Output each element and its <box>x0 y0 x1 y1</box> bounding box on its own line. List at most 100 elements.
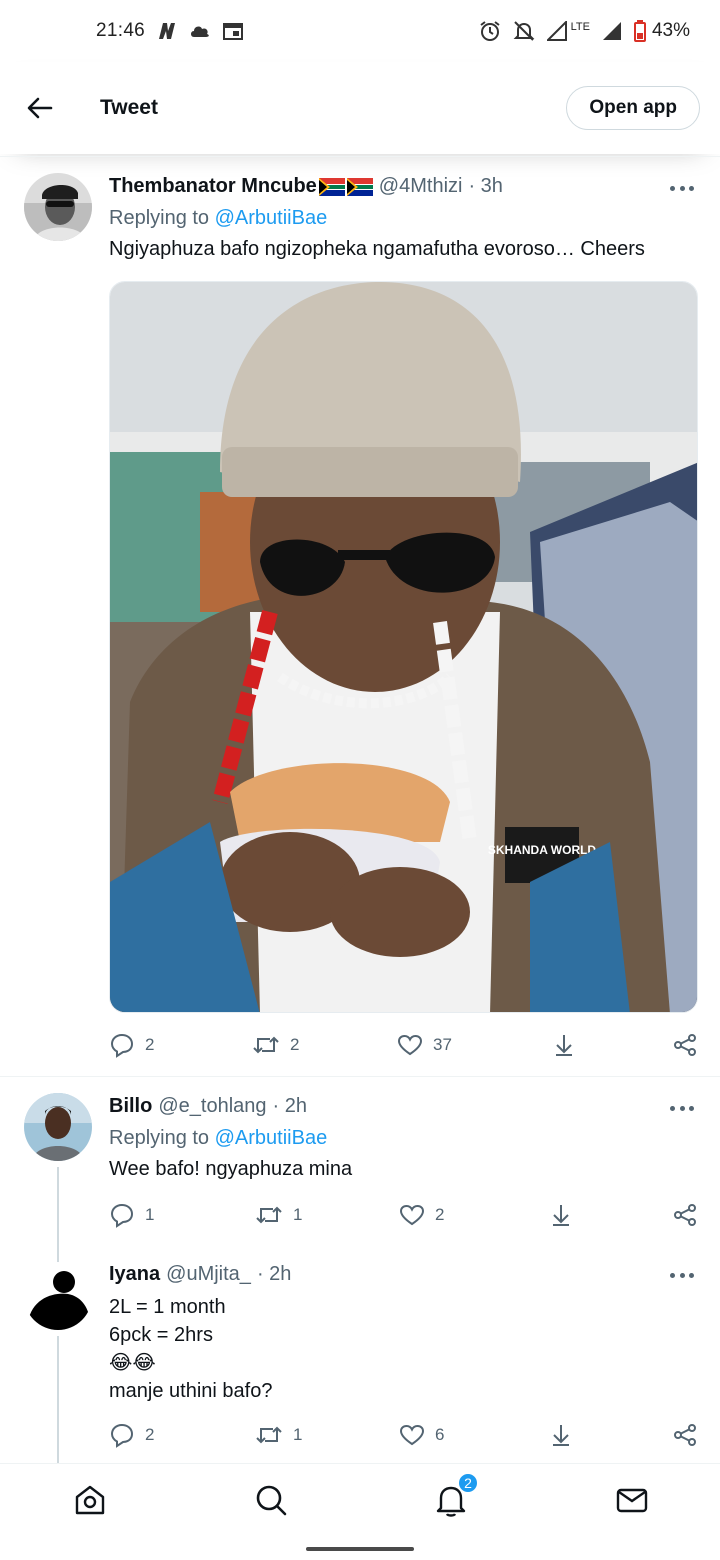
tweet-time: · 2h <box>256 1263 292 1285</box>
home-indicator[interactable] <box>306 1547 414 1551</box>
share-icon <box>674 1424 696 1446</box>
search-icon <box>256 1485 287 1516</box>
tweet-meta: Iyana @uMjita_ · 2h <box>109 1261 698 1287</box>
like-count: 2 <box>435 1205 445 1224</box>
avatar[interactable] <box>24 1262 92 1330</box>
more-options-icon[interactable] <box>670 1103 694 1113</box>
tweet-text-line: 2L = 1 month <box>109 1296 226 1318</box>
retweet-count: 2 <box>290 1035 300 1054</box>
download-icon <box>553 1425 569 1446</box>
alarm-icon <box>479 20 501 42</box>
replying-to: Replying to @ArbutiiBae <box>109 1125 698 1151</box>
avatar[interactable] <box>24 173 92 241</box>
reply-count: 1 <box>145 1205 155 1224</box>
author-name[interactable]: Iyana <box>109 1261 160 1287</box>
replying-to: Replying to @ArbutiiBae <box>109 205 698 231</box>
bottom-nav: 2 <box>0 1463 720 1537</box>
mail-icon <box>616 1488 648 1513</box>
reply-count: 2 <box>145 1425 155 1444</box>
status-bar: 21:46 LTE 43% <box>0 0 720 62</box>
download-icon <box>556 1035 572 1056</box>
replying-prefix: Replying to <box>109 207 215 229</box>
share-button[interactable] <box>673 1033 697 1057</box>
like-button[interactable]: 6 <box>399 1423 444 1447</box>
heart-icon <box>399 1204 425 1226</box>
author-handle[interactable]: @uMjita_ <box>166 1261 251 1287</box>
retweet-button[interactable]: 1 <box>255 1204 302 1226</box>
page-title: Tweet <box>100 96 158 119</box>
retweet-icon <box>256 1206 282 1224</box>
author-name[interactable]: Thembanator Mncube <box>109 173 317 199</box>
mute-icon <box>513 20 535 42</box>
status-time: 21:46 <box>96 20 146 41</box>
tweet-meta: Thembanator Mncube @4Mthizi · 3h <box>109 173 698 199</box>
retweet-icon <box>253 1036 279 1054</box>
reply-button[interactable]: 1 <box>109 1202 154 1228</box>
heart-icon <box>397 1034 423 1056</box>
avatar[interactable] <box>24 1093 92 1161</box>
share-icon <box>674 1034 696 1056</box>
author-handle[interactable]: @4Mthizi <box>379 173 463 199</box>
tweet-time: · 2h <box>272 1095 307 1117</box>
author-name[interactable]: Billo <box>109 1093 152 1119</box>
tweet-meta: Billo @e_tohlang · 2h <box>109 1093 698 1119</box>
retweet-button[interactable]: 1 <box>255 1424 302 1446</box>
tweet-emoji-line: 😂😂 <box>109 1352 156 1374</box>
south-africa-flag-icon <box>318 177 345 196</box>
tweet-actions: 1 1 2 <box>109 1200 698 1230</box>
netflix-n-icon <box>157 22 177 40</box>
retweet-icon <box>256 1426 282 1444</box>
tweet-media[interactable]: SKHANDA WORLD <box>109 281 698 1013</box>
download-button[interactable] <box>552 1033 576 1057</box>
calendar-icon <box>223 22 244 40</box>
tweet-actions: 2 2 37 <box>109 1030 698 1060</box>
reply-icon <box>110 1423 134 1448</box>
retweet-button[interactable]: 2 <box>252 1034 299 1056</box>
retweet-count: 1 <box>293 1425 303 1444</box>
reply-button[interactable]: 2 <box>109 1032 154 1058</box>
signal-icon <box>546 21 567 41</box>
nav-notifications[interactable]: 2 <box>429 1472 479 1522</box>
back-button[interactable] <box>22 90 58 126</box>
divider <box>0 156 720 157</box>
heart-icon <box>399 1424 425 1446</box>
media-badge-text: SKHANDA WORLD <box>488 843 597 857</box>
reply-icon <box>110 1033 134 1058</box>
divider <box>0 1076 720 1077</box>
more-options-icon[interactable] <box>670 183 694 193</box>
tweet-time: · 3h <box>468 175 503 197</box>
like-button[interactable]: 37 <box>397 1033 452 1057</box>
notifications-badge: 2 <box>457 1472 479 1494</box>
reply-icon <box>110 1203 134 1228</box>
arrow-left-icon <box>27 97 53 119</box>
photo: SKHANDA WORLD <box>110 282 697 1012</box>
battery-icon <box>633 20 646 42</box>
replying-prefix: Replying to <box>109 1127 215 1149</box>
open-app-button[interactable]: Open app <box>566 86 700 130</box>
lte-label: LTE <box>570 21 590 33</box>
nav-search[interactable] <box>249 1478 293 1522</box>
like-count: 6 <box>435 1425 445 1444</box>
nav-messages[interactable] <box>610 1478 654 1522</box>
download-button[interactable] <box>549 1423 573 1447</box>
share-button[interactable] <box>673 1203 697 1227</box>
mention-link[interactable]: @ArbutiiBae <box>215 1127 328 1149</box>
tweet-actions: 2 1 6 <box>109 1420 698 1450</box>
like-button[interactable]: 2 <box>399 1203 444 1227</box>
reply-button[interactable]: 2 <box>109 1422 154 1448</box>
cloud-icon <box>189 24 211 38</box>
top-app-bar: Tweet Open app <box>0 62 720 154</box>
nav-home[interactable] <box>68 1478 112 1522</box>
battery-percent: 43% <box>651 20 690 41</box>
more-options-icon[interactable] <box>670 1270 694 1280</box>
thread-line <box>57 1167 59 1254</box>
download-button[interactable] <box>549 1203 573 1227</box>
download-icon <box>553 1205 569 1226</box>
mention-link[interactable]: @ArbutiiBae <box>215 207 328 229</box>
home-icon <box>75 1485 105 1515</box>
like-count: 37 <box>433 1035 452 1054</box>
share-button[interactable] <box>673 1423 697 1447</box>
signal-icon-2 <box>602 21 622 41</box>
south-africa-flag-icon <box>346 177 373 196</box>
author-handle[interactable]: @e_tohlang <box>158 1093 266 1119</box>
